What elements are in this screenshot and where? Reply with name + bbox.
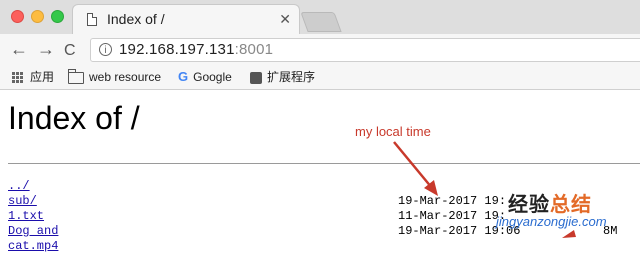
google-icon: G	[178, 69, 189, 84]
apps-grid-icon	[12, 71, 24, 84]
annotation-label: my local time	[355, 124, 431, 139]
bookmarks-bar: 应用 web resource G Google 扩展程序	[0, 66, 640, 90]
bookmark-label: Google	[193, 70, 232, 84]
bookmark-label: web resource	[89, 70, 162, 84]
info-icon[interactable]: i	[99, 43, 112, 56]
forward-button[interactable]: →	[37, 39, 55, 59]
minimize-window-button[interactable]	[31, 10, 44, 23]
new-tab-button[interactable]	[300, 12, 342, 32]
reload-button[interactable]: C	[64, 41, 76, 61]
annotation-arrow-icon	[393, 141, 438, 196]
file-link-sub[interactable]: sub/	[8, 194, 37, 209]
page-title: Index of /	[8, 100, 140, 136]
bookmark-label: 应用	[30, 70, 55, 84]
divider	[8, 163, 640, 164]
folder-icon	[68, 68, 84, 84]
watermark-part: 经验	[508, 194, 550, 216]
tab-title: Index of /	[107, 11, 165, 27]
watermark-url: jingyanzongjie.com	[496, 214, 607, 229]
page-icon	[87, 13, 97, 26]
bookmark-google[interactable]: G Google	[178, 69, 232, 85]
window-titlebar: Index of / ✕	[0, 0, 640, 34]
zoom-window-button[interactable]	[51, 10, 64, 23]
address-bar[interactable]: i 192.168.197.131:8001	[90, 38, 640, 62]
bookmark-web-resource[interactable]: web resource	[68, 68, 162, 85]
url-host: 192.168.197.131	[119, 41, 235, 58]
bookmark-apps[interactable]: 应用	[12, 69, 54, 85]
tab-close-icon[interactable]: ✕	[279, 11, 291, 28]
watermark-part: 总结	[550, 194, 592, 216]
file-link-txt[interactable]: 1.txt	[8, 209, 44, 224]
url-text[interactable]: 192.168.197.131:8001	[119, 41, 273, 58]
back-button[interactable]: ←	[10, 39, 28, 59]
watermark-logo: 经验总结	[508, 188, 592, 217]
bookmark-label: 扩展程序	[267, 70, 316, 84]
file-link-parent[interactable]: ../	[8, 179, 30, 194]
bookmark-extensions[interactable]: 扩展程序	[250, 69, 315, 85]
file-date: 11-Mar-2017 19:	[398, 209, 507, 223]
url-port: :8001	[234, 41, 274, 58]
annotation-arrow-icon	[562, 230, 576, 238]
close-window-button[interactable]	[11, 10, 24, 23]
browser-toolbar: ← → C i 192.168.197.131:8001	[0, 34, 640, 66]
tab-index[interactable]: Index of / ✕	[72, 4, 300, 34]
puzzle-icon	[250, 71, 262, 84]
file-link-mp4[interactable]: Dog and cat.mp4	[8, 224, 58, 254]
